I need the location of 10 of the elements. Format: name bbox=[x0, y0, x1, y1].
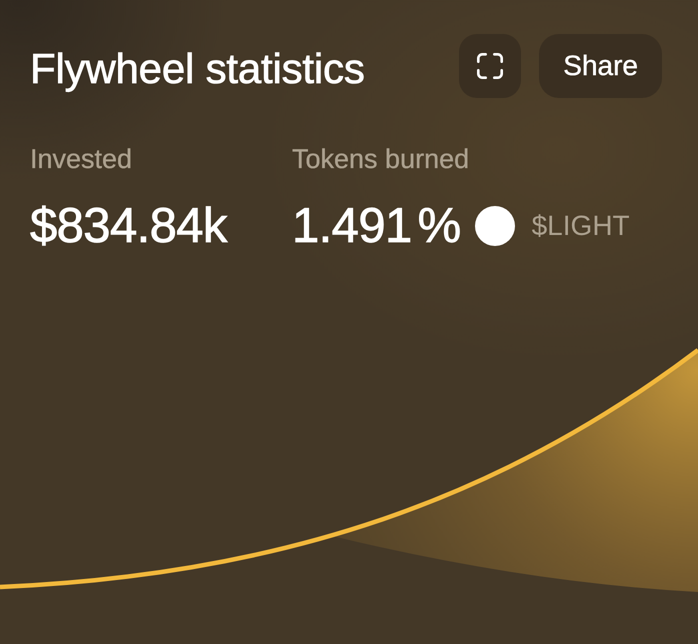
stat-value: 1.491 % bbox=[292, 198, 461, 254]
token-symbol: $LIGHT bbox=[532, 210, 630, 242]
stat-label: Tokens burned bbox=[292, 143, 470, 175]
fullscreen-button[interactable] bbox=[459, 34, 522, 98]
fullscreen-icon bbox=[477, 53, 504, 79]
token-dot-icon bbox=[474, 206, 515, 246]
stat-label: Invested bbox=[30, 143, 134, 175]
stat-value: $834.84k bbox=[30, 198, 227, 254]
page-title: Flywheel statistics bbox=[30, 44, 365, 94]
share-button[interactable]: Share bbox=[539, 34, 662, 98]
